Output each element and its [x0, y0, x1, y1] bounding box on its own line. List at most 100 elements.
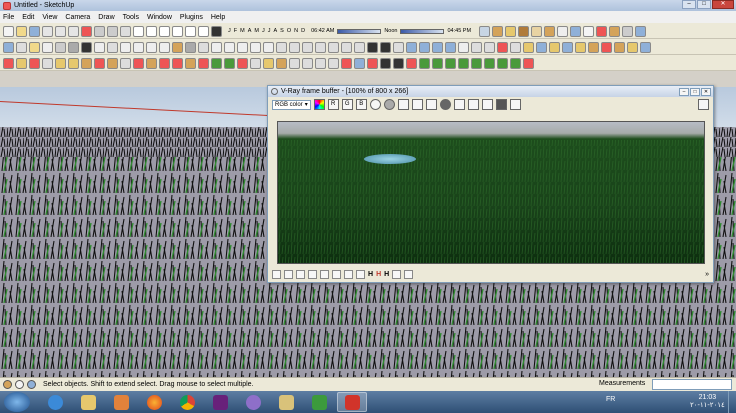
marker-h2[interactable]: H [376, 271, 381, 278]
tape-icon[interactable] [328, 41, 339, 53]
axes-tool-icon[interactable] [341, 57, 352, 69]
look-around-tool-icon[interactable] [367, 57, 378, 69]
menu-window[interactable]: Window [147, 14, 172, 21]
drape-icon[interactable] [133, 41, 144, 53]
render-last-icon[interactable] [509, 99, 521, 110]
open-icon[interactable] [16, 25, 27, 37]
help-status-icon[interactable] [27, 380, 36, 389]
rendered-image[interactable] [277, 121, 705, 264]
solid-trim-icon[interactable] [237, 41, 248, 53]
menu-plugins[interactable]: Plugins [180, 14, 203, 21]
track-mouse-icon[interactable] [439, 99, 451, 110]
layer-icon[interactable] [557, 25, 569, 37]
navigation-icon[interactable] [622, 25, 634, 37]
zoom-window-icon[interactable] [198, 57, 209, 69]
print-icon[interactable] [120, 25, 131, 37]
vray-sun-icon[interactable] [601, 41, 612, 53]
month-a[interactable]: A [248, 28, 252, 34]
curve-3-icon[interactable] [445, 57, 456, 69]
solid-union-icon[interactable] [211, 41, 222, 53]
plant-icon[interactable] [211, 57, 222, 69]
vray-proxy-icon[interactable] [562, 41, 573, 53]
pencil-icon[interactable] [276, 57, 287, 69]
month-n[interactable]: N [294, 28, 298, 34]
shaded-texture-icon[interactable] [68, 41, 79, 53]
hidden-line-icon[interactable] [42, 41, 53, 53]
dimension-icon[interactable] [289, 41, 300, 53]
mono-channel-icon[interactable] [383, 99, 395, 110]
shadow-time-slider[interactable]: 06:42 AM Noon 04:45 PM [311, 28, 471, 34]
month-f[interactable]: F [234, 28, 237, 34]
orbit-icon[interactable] [159, 57, 170, 69]
curve-6-icon[interactable] [484, 57, 495, 69]
stamp-icon[interactable] [120, 41, 131, 53]
paste-icon[interactable] [68, 25, 79, 37]
month-m[interactable]: M [240, 28, 245, 34]
credits-icon[interactable] [15, 380, 24, 389]
vray-frame-buffer-icon[interactable] [458, 41, 469, 53]
corrections-icon[interactable] [284, 269, 293, 279]
vray-light-icon[interactable] [471, 41, 482, 53]
terrain-icon[interactable] [185, 41, 196, 53]
xray-icon[interactable] [16, 41, 27, 53]
vray-fur-icon[interactable] [575, 41, 586, 53]
texture-icon[interactable] [518, 25, 530, 37]
vray-mesh-light-icon[interactable] [536, 41, 547, 53]
dimension-tool-icon[interactable] [315, 57, 326, 69]
ocio-icon[interactable] [392, 269, 402, 279]
sandbox-icon[interactable] [107, 41, 118, 53]
redo-icon[interactable] [107, 25, 118, 37]
marker-h3[interactable]: H [384, 271, 389, 278]
menu-file[interactable]: File [3, 14, 14, 21]
taskbar-folder[interactable] [271, 392, 301, 412]
month-o[interactable]: O [287, 28, 291, 34]
vray-options-icon[interactable] [406, 41, 417, 53]
maximize-button[interactable]: □ [697, 0, 711, 9]
styles-icon[interactable] [583, 25, 595, 37]
text-icon[interactable] [302, 41, 313, 53]
position-camera-icon[interactable] [393, 41, 404, 53]
right-view-icon[interactable] [172, 25, 183, 37]
protractor-tool-icon[interactable] [328, 57, 339, 69]
info-icon[interactable] [296, 269, 305, 279]
vfb-maximize-button[interactable]: □ [690, 87, 700, 96]
new-icon[interactable] [3, 25, 14, 37]
component-icon[interactable] [492, 25, 504, 37]
select-view-icon[interactable] [635, 25, 647, 37]
system-clock[interactable]: 21:03 ٢٠١٤-١١-٢٠ [690, 394, 725, 410]
month-s[interactable]: S [280, 28, 284, 34]
curve-7-icon[interactable] [497, 57, 508, 69]
menu-camera[interactable]: Camera [65, 14, 90, 21]
top-view-icon[interactable] [146, 25, 157, 37]
tape-measure-icon[interactable] [302, 57, 313, 69]
rotate-icon[interactable] [94, 57, 105, 69]
geo-location-icon[interactable] [3, 380, 12, 389]
alpha-channel-icon[interactable] [369, 99, 381, 110]
expand-panel-icon[interactable]: » [705, 271, 709, 278]
copy-icon[interactable] [55, 25, 66, 37]
follow-me-icon[interactable] [3, 57, 14, 69]
shadow-month-selector[interactable]: J F M A M J J A S O N D [228, 28, 305, 34]
marker-h1[interactable]: H [368, 271, 373, 278]
iso-view-icon[interactable] [133, 25, 144, 37]
vray-export-icon[interactable] [614, 41, 625, 53]
vfb-close-button[interactable]: ✕ [701, 87, 711, 96]
menu-view[interactable]: View [42, 14, 57, 21]
taskbar-chrome[interactable] [172, 392, 202, 412]
shadows-toggle-icon[interactable] [211, 25, 222, 37]
undo-icon[interactable] [94, 25, 105, 37]
solid-subtract-icon[interactable] [224, 41, 235, 53]
month-a[interactable]: A [273, 28, 277, 34]
walk-icon[interactable] [367, 41, 378, 53]
outer-shell-icon[interactable] [263, 41, 274, 53]
start-button[interactable] [4, 392, 30, 412]
blue-channel-toggle[interactable]: B [355, 99, 367, 110]
srgb-icon[interactable] [344, 269, 353, 279]
menu-help[interactable]: Help [211, 14, 225, 21]
camera-icon[interactable] [479, 25, 491, 37]
close-button[interactable]: ✕ [712, 0, 734, 9]
offset-icon[interactable] [29, 57, 40, 69]
axes-icon[interactable] [315, 41, 326, 53]
flip-edge-icon[interactable] [159, 41, 170, 53]
circle-icon[interactable] [16, 57, 27, 69]
